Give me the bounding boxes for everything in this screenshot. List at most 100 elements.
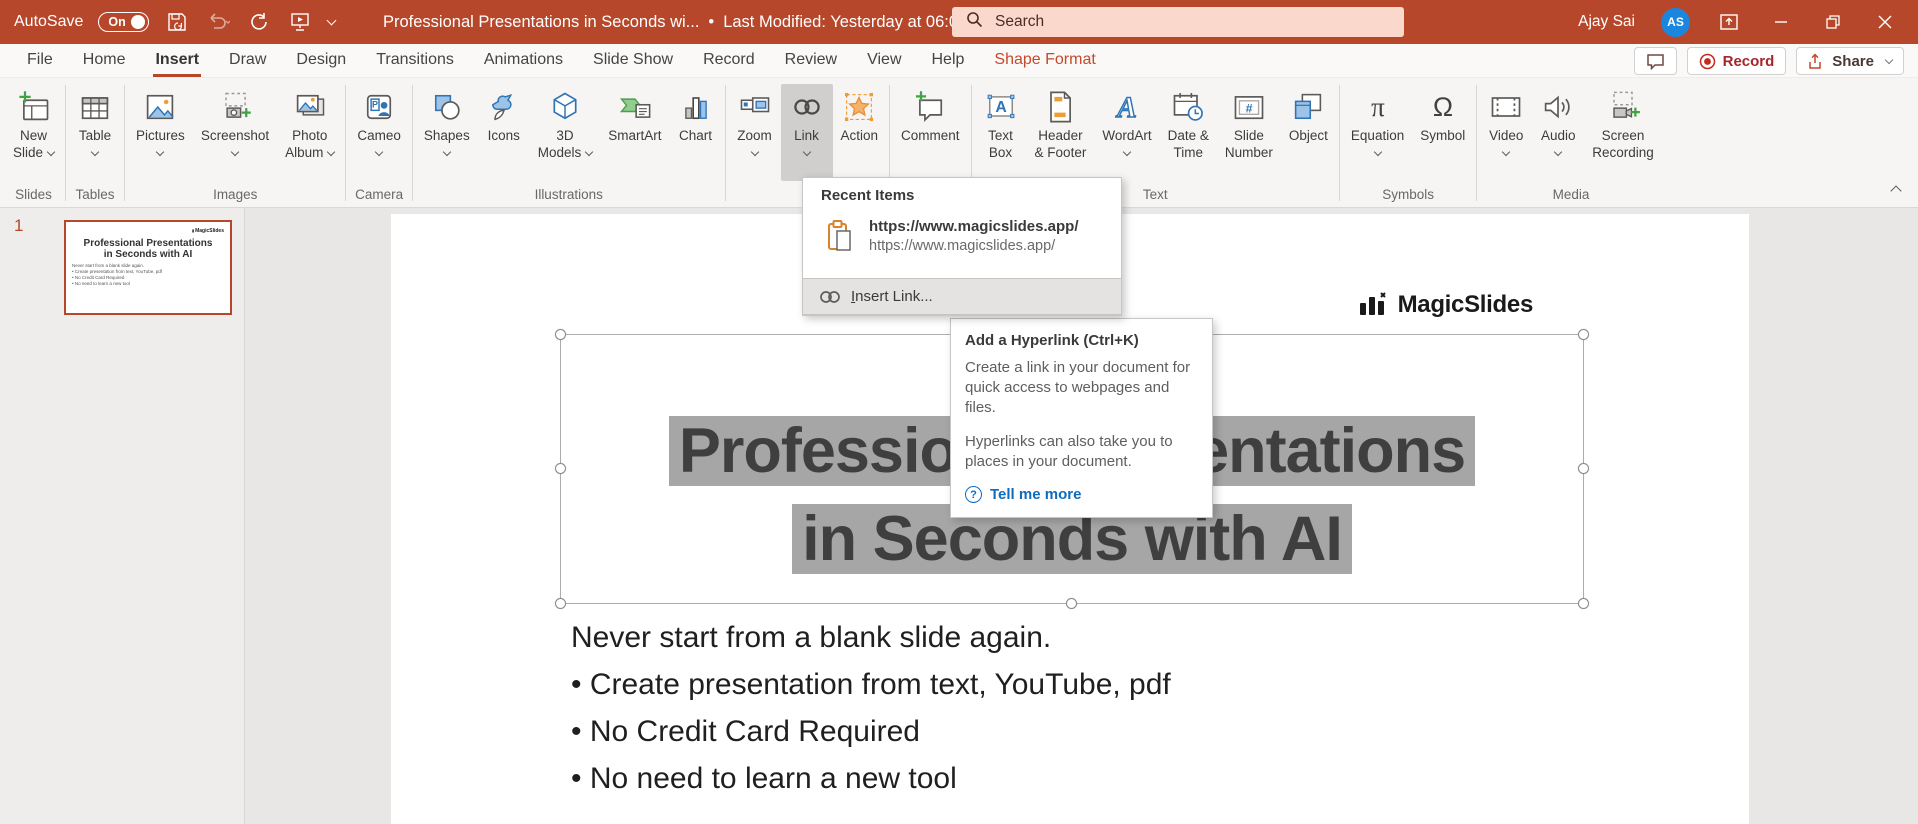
restore-button[interactable] — [1820, 9, 1846, 35]
selection-handle[interactable] — [1066, 598, 1077, 609]
tooltip-title: Add a Hyperlink (Ctrl+K) — [965, 332, 1139, 349]
ribbon-3d-models-button[interactable]: 3D Models — [530, 84, 601, 181]
selection-handle[interactable] — [1578, 329, 1589, 340]
ribbon-button-label: Photo — [292, 128, 328, 143]
ribbon-audio-button[interactable]: Audio — [1532, 84, 1584, 181]
equation-icon: π — [1360, 87, 1396, 127]
ribbon-comment-button[interactable]: Comment — [893, 84, 968, 181]
tab-home[interactable]: Home — [68, 44, 141, 78]
undo-icon[interactable] — [205, 9, 231, 35]
photo-album-icon — [292, 87, 328, 127]
recent-link-title: https://www.magicslides.app/ — [869, 217, 1079, 235]
tab-shape-format[interactable]: Shape Format — [979, 44, 1110, 78]
tooltip-body-1: Create a link in your document for quick… — [965, 359, 1191, 416]
ribbon-symbol-button[interactable]: Ω Symbol — [1412, 84, 1473, 181]
slide-number-label: 1 — [14, 216, 24, 235]
user-name[interactable]: Ajay Sai — [1578, 13, 1635, 31]
ribbon-group-label-illustrations: Illustrations — [534, 187, 603, 202]
ribbon-button-label: Date & — [1167, 128, 1209, 143]
save-icon[interactable] — [164, 9, 190, 35]
ribbon-date-time-button[interactable]: Date & Time — [1160, 84, 1217, 181]
ribbon-group-label-images: Images — [213, 187, 258, 202]
bullet-item: No need to learn a new tool — [571, 755, 1171, 802]
quick-access-overflow-icon[interactable] — [326, 15, 337, 26]
tell-me-more-link[interactable]: ? Tell me more — [965, 486, 1198, 503]
ribbon-tab-row: File Home Insert Draw Design Transitions Anima… — [0, 44, 1918, 78]
ribbon-chart-button[interactable]: Chart — [670, 84, 722, 181]
selection-handle[interactable] — [555, 598, 566, 609]
record-button-label: Record — [1722, 52, 1775, 70]
ribbon-photo-album-button[interactable]: Photo Album — [277, 84, 342, 181]
object-icon — [1290, 87, 1326, 127]
ribbon-header-footer-button[interactable]: Header & Footer — [1027, 84, 1095, 181]
ribbon-cameo-button[interactable]: P Cameo — [349, 84, 409, 181]
ribbon-button-label-2: Time — [1173, 145, 1203, 160]
search-input[interactable]: Search — [952, 7, 1404, 37]
collapse-ribbon-icon[interactable] — [1890, 185, 1902, 197]
tab-transitions[interactable]: Transitions — [361, 44, 469, 78]
magicslides-logo-icon — [1359, 292, 1386, 315]
tab-help[interactable]: Help — [917, 44, 980, 78]
ribbon-button-label-2 — [1501, 144, 1511, 161]
selection-handle[interactable] — [555, 329, 566, 340]
tab-draw[interactable]: Draw — [214, 44, 281, 78]
ribbon-object-button[interactable]: Object — [1281, 84, 1336, 181]
close-button[interactable] — [1872, 9, 1898, 35]
dropdown-chevron-icon — [802, 147, 811, 157]
ribbon-video-button[interactable]: Video — [1480, 84, 1532, 181]
title-separator: • — [708, 12, 715, 31]
ribbon-table-button[interactable]: Table — [69, 84, 121, 181]
record-button[interactable]: Record — [1686, 47, 1787, 75]
ribbon-action-button[interactable]: Action — [833, 84, 887, 181]
ribbon-wordart-button[interactable]: A WordArt — [1094, 84, 1159, 181]
bullet-item: Create presentation from text, YouTube, … — [571, 661, 1171, 708]
avatar[interactable]: AS — [1661, 7, 1690, 37]
ribbon-screen-recording-button[interactable]: Screen Recording — [1584, 84, 1662, 181]
tell-me-more-label: Tell me more — [990, 486, 1082, 503]
redo-icon[interactable] — [246, 9, 272, 35]
tab-view[interactable]: View — [852, 44, 916, 78]
svg-text:#: # — [1245, 101, 1252, 115]
recent-items-header: Recent Items — [821, 187, 915, 204]
ribbon-new-slide-button[interactable]: New Slide — [5, 84, 62, 181]
dropdown-chevron-icon — [1373, 147, 1382, 157]
autosave-label: AutoSave — [14, 13, 84, 30]
ribbon-screenshot-button[interactable]: Screenshot — [193, 84, 277, 181]
dropdown-chevron-icon — [374, 147, 384, 157]
date-time-icon — [1170, 87, 1206, 127]
ribbon-slide-number-button[interactable]: # Slide Number — [1217, 84, 1281, 181]
start-slideshow-icon[interactable] — [287, 9, 313, 35]
tab-insert[interactable]: Insert — [140, 44, 214, 78]
tab-file[interactable]: File — [12, 44, 68, 78]
ribbon-shapes-button[interactable]: Shapes — [416, 84, 478, 181]
ribbon-icons-button[interactable]: Icons — [478, 84, 530, 181]
tab-animations[interactable]: Animations — [469, 44, 578, 78]
zoom-icon — [737, 87, 773, 127]
comments-button[interactable] — [1633, 47, 1677, 75]
ribbon-smartart-button[interactable]: SmartArt — [600, 84, 669, 181]
share-button[interactable]: Share — [1796, 47, 1904, 75]
tab-record[interactable]: Record — [688, 44, 770, 78]
slide-number-icon: # — [1231, 87, 1267, 127]
insert-link-menu-item[interactable]: Insert Link... — [803, 278, 1121, 315]
tab-slide-show[interactable]: Slide Show — [578, 44, 688, 78]
ribbon-zoom-button[interactable]: Zoom — [729, 84, 781, 181]
minimize-button[interactable] — [1768, 9, 1794, 35]
tab-review[interactable]: Review — [770, 44, 852, 78]
dropdown-chevron-icon — [156, 147, 165, 157]
selection-handle[interactable] — [1578, 598, 1589, 609]
ribbon-text-box-button[interactable]: A Text Box — [975, 84, 1027, 181]
ribbon-button-label: Screenshot — [200, 128, 270, 143]
slide-body-text[interactable]: Never start from a blank slide again. Cr… — [571, 614, 1171, 802]
ribbon-pictures-button[interactable]: Pictures — [128, 84, 193, 181]
ribbon-equation-button[interactable]: π Equation — [1343, 84, 1412, 181]
ribbon-link-button[interactable]: Link — [780, 84, 833, 181]
slide-thumbnail[interactable]: MagicSlides Professional Presentationsin… — [64, 220, 232, 315]
dropdown-chevron-icon — [750, 147, 759, 157]
autosave-toggle[interactable]: On — [98, 12, 149, 32]
audio-icon — [1540, 87, 1576, 127]
ribbon-display-options-icon[interactable] — [1716, 9, 1742, 35]
recent-link-item[interactable]: https://www.magicslides.app/ https://www… — [803, 204, 1121, 260]
ribbon-button-label: Shapes — [423, 128, 470, 143]
tab-design[interactable]: Design — [281, 44, 361, 78]
